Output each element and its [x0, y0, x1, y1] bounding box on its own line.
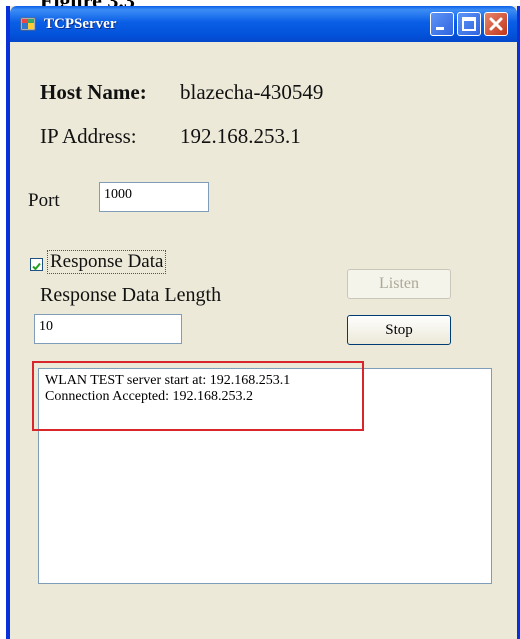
response-data-length-label: Response Data Length [40, 284, 222, 306]
response-data-checkbox[interactable] [30, 258, 43, 271]
ip-address-label: IP Address: [40, 124, 137, 148]
maximize-icon [462, 17, 476, 31]
response-data-label[interactable]: Response Data [47, 250, 167, 274]
tcpserver-window: TCPServer Host Name: blazecha-430549 IP … [6, 6, 520, 639]
minimize-icon [436, 27, 444, 30]
port-input[interactable]: 1000 [99, 182, 209, 212]
title-bar[interactable]: TCPServer [10, 6, 517, 42]
stop-button[interactable]: Stop [347, 315, 451, 345]
listen-button[interactable]: Listen [347, 269, 451, 299]
response-data-length-input[interactable]: 10 [34, 314, 182, 344]
highlight-box [32, 361, 364, 431]
port-label: Port [28, 190, 60, 211]
maximize-button[interactable] [457, 12, 481, 36]
checkmark-icon [32, 262, 41, 271]
host-name-value: blazecha-430549 [180, 80, 324, 104]
host-name-label: Host Name: [40, 80, 147, 104]
minimize-button[interactable] [430, 12, 454, 36]
ip-address-value: 192.168.253.1 [180, 124, 301, 148]
window-title: TCPServer [44, 16, 117, 32]
close-button[interactable] [484, 12, 508, 36]
app-window-icon [20, 17, 36, 31]
close-icon [489, 17, 503, 31]
